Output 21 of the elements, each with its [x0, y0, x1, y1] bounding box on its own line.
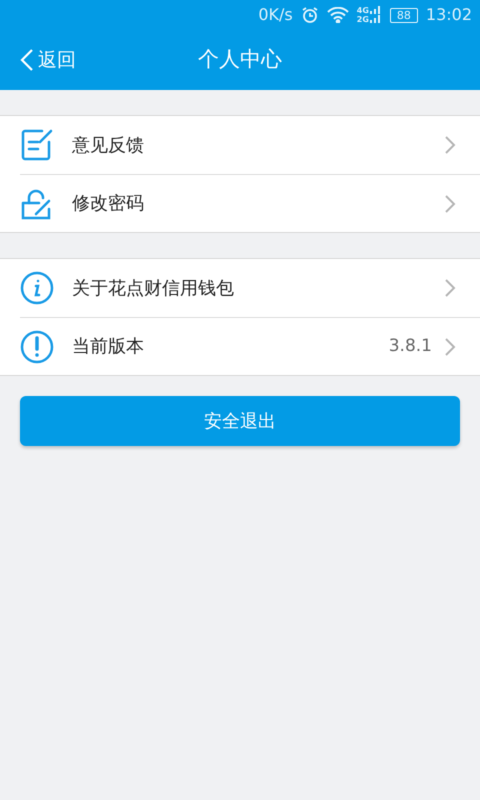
clock-time: 13:02 [426, 4, 472, 26]
alarm-icon [300, 6, 319, 24]
chevron-right-icon [444, 135, 456, 155]
edit-icon [20, 128, 54, 162]
network-speed: 0K/s [258, 4, 293, 26]
chevron-right-icon [444, 194, 456, 214]
menu-item[interactable]: 修改密码 [20, 174, 480, 232]
page-title: 个人中心 [198, 46, 282, 74]
alert-icon [20, 330, 54, 364]
version-number: 3.8.1 [388, 334, 432, 358]
chevron-right-icon [444, 278, 456, 298]
chevron-right-icon [444, 336, 456, 356]
info-icon [20, 271, 54, 305]
wifi-icon [326, 7, 349, 23]
signal-icon [370, 6, 382, 24]
network-type: 2G [356, 15, 369, 24]
network-type: 4G [356, 6, 369, 15]
menu-item[interactable]: 当前版本 3.8.1 [20, 317, 480, 375]
battery-indicator: 88 [390, 8, 418, 22]
menu-item[interactable]: 意见反馈 [20, 116, 480, 174]
menu-item[interactable]: 关于花点财信用钱包 [20, 259, 480, 317]
